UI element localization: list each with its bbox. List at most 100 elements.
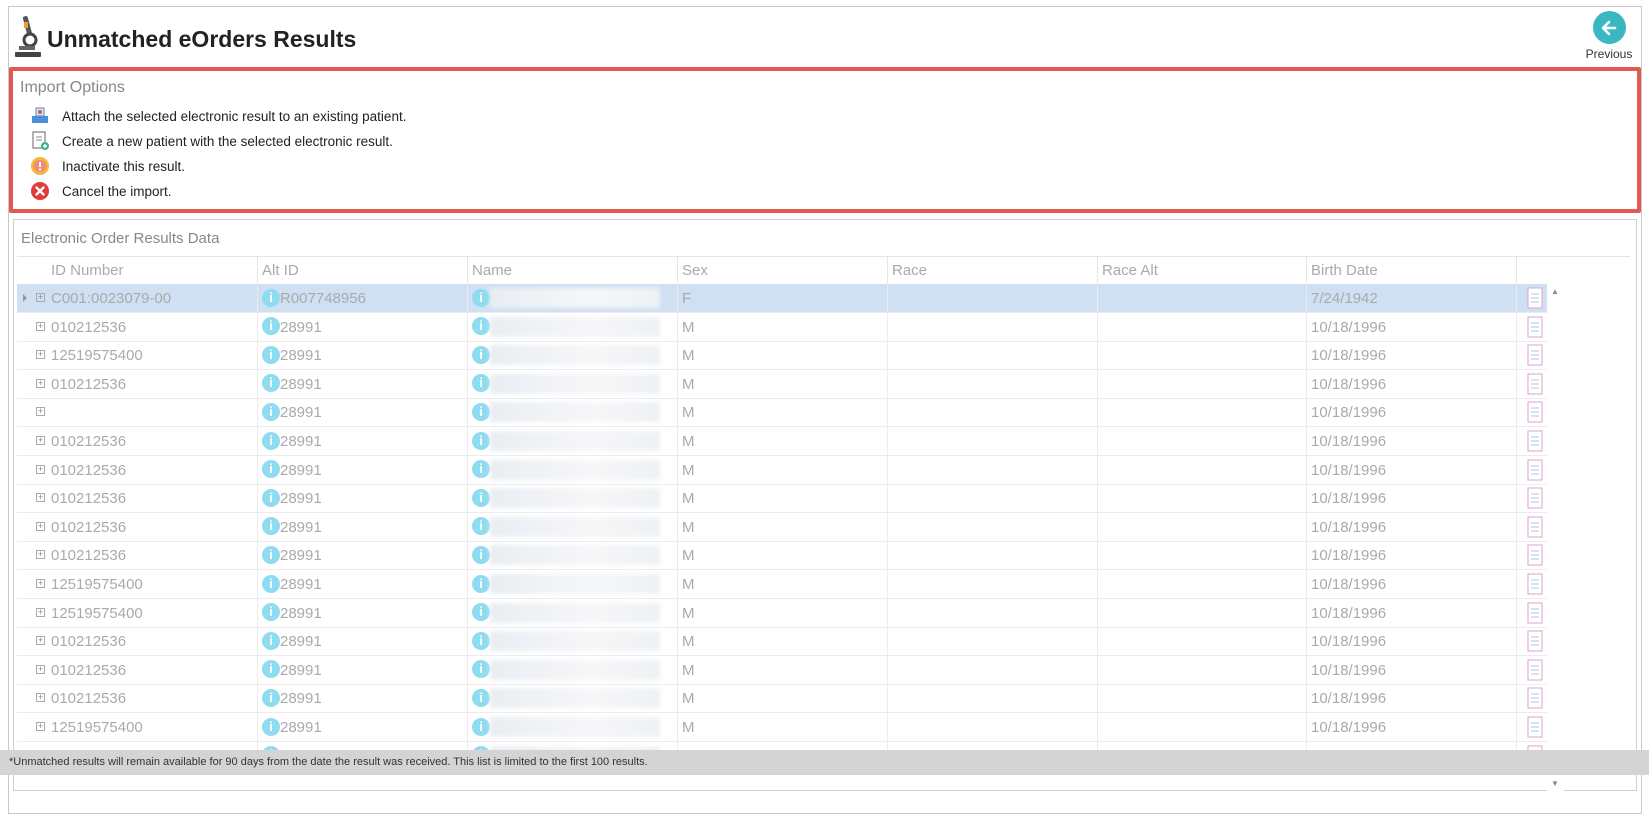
cell-sex[interactable]: M <box>678 713 888 741</box>
cell-name[interactable]: i <box>468 627 678 656</box>
info-icon[interactable]: i <box>472 545 490 564</box>
create-new-patient-option[interactable]: Create a new patient with the selected e… <box>29 130 393 152</box>
cell-race-alt[interactable] <box>1098 512 1307 541</box>
info-icon[interactable]: i <box>262 688 280 707</box>
cell-alt-id[interactable]: i28991 <box>258 484 468 513</box>
cell-alt-id[interactable]: i28991 <box>258 398 468 427</box>
expand-row-icon[interactable]: + <box>36 350 45 360</box>
cell-sex[interactable]: M <box>678 598 888 627</box>
column-header-sex[interactable]: Sex <box>678 257 888 284</box>
cell-alt-id[interactable]: i28991 <box>258 598 468 627</box>
attach-existing-patient-option[interactable]: Attach the selected electronic result to… <box>29 105 406 127</box>
cell-race[interactable] <box>888 684 1098 713</box>
cell-birth[interactable]: 10/18/1996 <box>1307 627 1517 656</box>
expand-row-icon[interactable]: + <box>36 407 45 417</box>
result-document-icon[interactable] <box>1527 430 1543 452</box>
cell-race-alt[interactable] <box>1098 455 1307 484</box>
info-icon[interactable]: i <box>262 460 280 479</box>
cell-sex[interactable]: M <box>678 541 888 570</box>
cell-race[interactable] <box>888 284 1098 312</box>
info-icon[interactable]: i <box>262 288 280 307</box>
cell-birth[interactable]: 10/18/1996 <box>1307 484 1517 513</box>
cell-race[interactable] <box>888 512 1098 541</box>
cell-alt-id[interactable]: i28991 <box>258 713 468 741</box>
cell-id[interactable]: C001:0023079-00 <box>47 284 258 312</box>
result-document-icon[interactable] <box>1527 344 1543 366</box>
cell-name[interactable]: i <box>468 713 678 741</box>
cell-sex[interactable]: M <box>678 512 888 541</box>
cell-race-alt[interactable] <box>1098 284 1307 312</box>
expand-row-icon[interactable]: + <box>36 521 45 531</box>
info-icon[interactable]: i <box>262 431 280 450</box>
info-icon[interactable]: i <box>472 603 490 622</box>
cell-id[interactable]: 010212536 <box>47 312 258 341</box>
info-icon[interactable]: i <box>472 345 490 364</box>
cell-race-alt[interactable] <box>1098 541 1307 570</box>
cell-id[interactable]: 12519575400 <box>47 341 258 370</box>
column-header-alt-id[interactable]: Alt ID <box>258 257 468 284</box>
table-row[interactable]: +12519575400 i 28991 i M 10/18/1996 <box>17 713 1547 742</box>
cell-birth[interactable]: 10/18/1996 <box>1307 570 1517 598</box>
table-row[interactable]: +010212536 i 28991 i M 10/18/1996 <box>17 455 1547 485</box>
cell-sex[interactable]: F <box>678 284 888 312</box>
table-row[interactable]: +010212536 i 28991 i M 10/18/1996 <box>17 627 1547 657</box>
result-document-icon[interactable] <box>1527 573 1543 595</box>
cell-sex[interactable]: M <box>678 341 888 370</box>
table-row[interactable]: + C001:0023079-00 i R007748956 i F 7/24/1942 <box>17 284 1547 313</box>
result-document-icon[interactable] <box>1527 602 1543 624</box>
cell-sex[interactable]: M <box>678 655 888 684</box>
table-row[interactable]: +010212536 i 28991 i M 10/18/1996 <box>17 312 1547 342</box>
cell-name[interactable]: i <box>468 369 678 398</box>
cell-race-alt[interactable] <box>1098 627 1307 656</box>
cell-birth[interactable]: 10/18/1996 <box>1307 684 1517 713</box>
cell-alt-id[interactable]: i28991 <box>258 427 468 455</box>
cell-id[interactable]: 010212536 <box>47 655 258 684</box>
cell-alt-id[interactable]: i28991 <box>258 627 468 656</box>
info-icon[interactable]: i <box>262 317 280 336</box>
table-row[interactable]: +010212536 i 28991 i M 10/18/1996 <box>17 541 1547 571</box>
expand-row-icon[interactable]: + <box>36 579 45 588</box>
cell-race-alt[interactable] <box>1098 398 1307 427</box>
cell-race[interactable] <box>888 627 1098 656</box>
result-document-icon[interactable] <box>1527 459 1543 481</box>
table-row[interactable]: +12519575400 i 28991 i M 10/18/1996 <box>17 570 1547 599</box>
cell-sex[interactable]: M <box>678 427 888 455</box>
info-icon[interactable]: i <box>262 603 280 622</box>
column-header-id-number[interactable]: ID Number <box>47 257 258 284</box>
info-icon[interactable]: i <box>472 660 490 679</box>
info-icon[interactable]: i <box>472 631 490 650</box>
cell-alt-id[interactable]: i28991 <box>258 369 468 398</box>
cell-race-alt[interactable] <box>1098 341 1307 370</box>
result-document-icon[interactable] <box>1527 516 1543 538</box>
column-header-race[interactable]: Race <box>888 257 1098 284</box>
cell-id[interactable]: 12519575400 <box>47 598 258 627</box>
table-row[interactable]: +010212536 i 28991 i M 10/18/1996 <box>17 427 1547 456</box>
previous-button[interactable]: Previous <box>1585 11 1633 63</box>
info-icon[interactable]: i <box>262 717 280 736</box>
table-row[interactable]: +010212536 i 28991 i M 10/18/1996 <box>17 484 1547 514</box>
info-icon[interactable]: i <box>472 488 490 507</box>
result-document-icon[interactable] <box>1527 716 1543 738</box>
column-header-name[interactable]: Name <box>468 257 678 284</box>
cell-id[interactable]: 010212536 <box>47 455 258 484</box>
cell-name[interactable]: i <box>468 427 678 455</box>
vertical-scrollbar[interactable]: ▲ ▼ <box>1547 284 1564 791</box>
cell-id[interactable]: 010212536 <box>47 541 258 570</box>
cell-race-alt[interactable] <box>1098 312 1307 341</box>
result-document-icon[interactable] <box>1527 487 1543 509</box>
info-icon[interactable]: i <box>472 460 490 479</box>
cell-sex[interactable]: M <box>678 570 888 598</box>
column-header-race-alt[interactable]: Race Alt <box>1098 257 1307 284</box>
info-icon[interactable]: i <box>262 574 280 593</box>
cell-birth[interactable]: 7/24/1942 <box>1307 284 1517 312</box>
cell-alt-id[interactable]: i28991 <box>258 341 468 370</box>
cell-id[interactable] <box>47 398 258 427</box>
cell-alt-id[interactable]: i28991 <box>258 455 468 484</box>
inactivate-result-option[interactable]: Inactivate this result. <box>29 155 185 177</box>
result-document-icon[interactable] <box>1527 630 1543 652</box>
expand-row-icon[interactable]: + <box>36 321 45 331</box>
result-document-icon[interactable] <box>1527 316 1543 338</box>
cell-id[interactable]: 010212536 <box>47 484 258 513</box>
cell-birth[interactable]: 10/18/1996 <box>1307 512 1517 541</box>
expand-row-icon[interactable]: + <box>36 493 45 503</box>
